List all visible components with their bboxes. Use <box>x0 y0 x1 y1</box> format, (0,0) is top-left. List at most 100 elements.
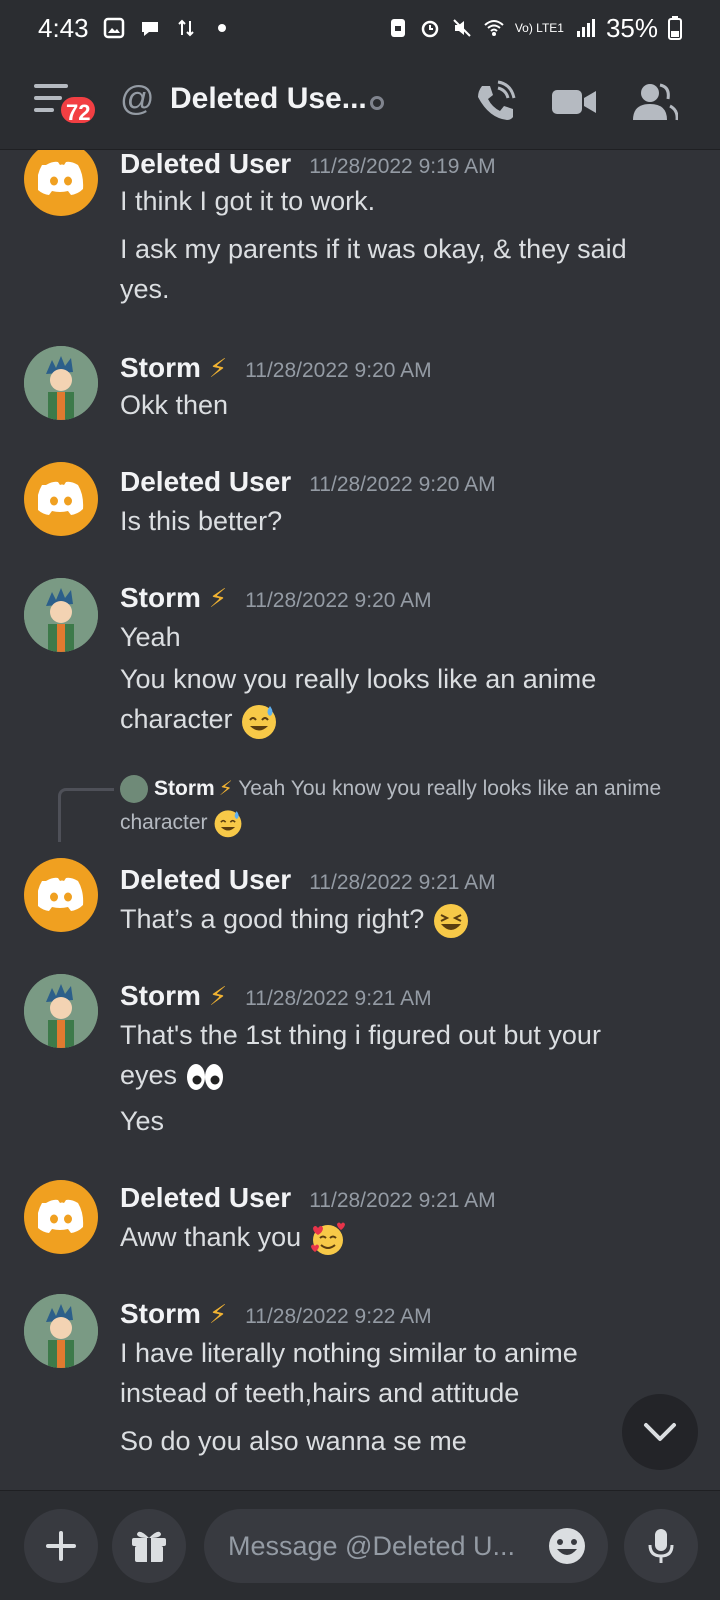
message-text: Aww thank you <box>120 1216 680 1258</box>
lightning-icon: ⚡ <box>208 583 228 613</box>
timestamp: 11/28/2022 9:19 AM <box>309 155 496 178</box>
timestamp: 11/28/2022 9:20 AM <box>245 359 432 382</box>
anime-avatar-icon <box>24 578 98 652</box>
author-name[interactable]: Deleted User <box>120 864 291 896</box>
gift-icon <box>132 1531 166 1562</box>
voice-message-button[interactable] <box>624 1509 698 1583</box>
message-text-part: Aww thank you <box>120 1222 302 1252</box>
message-text: You know you really looks like an anime <box>120 664 597 694</box>
message-input-box[interactable] <box>204 1509 608 1583</box>
menu-button[interactable]: 72 <box>34 82 99 132</box>
message-input[interactable] <box>228 1530 538 1562</box>
message-text: That's the 1st thing i figured out but y… <box>120 1020 601 1050</box>
reply-author: Storm <box>154 777 215 800</box>
channel-title[interactable]: Deleted Use... <box>170 82 367 116</box>
unread-badge: 72 <box>58 94 99 126</box>
timestamp: 11/28/2022 9:22 AM <box>245 1305 432 1328</box>
message-list[interactable]: Deleted User 11/28/2022 9:19 AM I think … <box>0 150 720 1490</box>
video-call-icon[interactable] <box>550 78 598 126</box>
channel-header: 72 @ Deleted Use... <box>0 56 720 150</box>
battery-percent: 35% <box>605 12 658 43</box>
add-attachment-button[interactable] <box>24 1509 98 1583</box>
battery-icon <box>668 16 682 40</box>
lightning-icon: ⚡ <box>208 353 228 383</box>
lightning-icon: ⚡ <box>208 981 228 1011</box>
message-text: yes. <box>120 274 170 304</box>
message-text: That’s a good thing right? <box>120 898 680 940</box>
message-text: I ask my parents if it was okay, & they … <box>120 234 627 264</box>
message-text: Yes <box>120 1106 165 1136</box>
reply-text-cont: character <box>120 811 208 834</box>
avatar[interactable] <box>24 462 98 536</box>
laughing-emoji-icon <box>433 903 468 938</box>
avatar[interactable] <box>24 578 98 652</box>
chevron-down-icon <box>644 1423 676 1441</box>
data-transfer-icon <box>177 19 194 37</box>
avatar[interactable] <box>24 858 98 932</box>
emoji-picker-icon[interactable] <box>546 1525 588 1567</box>
clock: 4:43 <box>38 12 89 43</box>
message-text-part: character <box>120 704 233 734</box>
author-name[interactable]: Deleted User <box>120 1182 291 1214</box>
timestamp: 11/28/2022 9:21 AM <box>309 871 496 894</box>
avatar[interactable] <box>24 346 98 420</box>
avatar[interactable] <box>24 974 98 1048</box>
message-text: instead of teeth,hairs and attitude <box>120 1378 520 1408</box>
author-name[interactable]: Storm <box>120 352 201 384</box>
microphone-icon <box>648 1529 674 1563</box>
anime-avatar-icon <box>24 1294 98 1368</box>
voice-call-icon[interactable] <box>470 78 518 126</box>
chat-bubble-icon <box>141 22 158 36</box>
message-header: Deleted User 11/28/2022 9:21 AM <box>120 1182 496 1214</box>
eyes-emoji-icon <box>186 1063 223 1090</box>
jump-to-present-button[interactable] <box>622 1394 698 1470</box>
message-composer <box>0 1490 720 1600</box>
signal-icon <box>576 19 595 37</box>
message-text: Yeah <box>120 622 181 652</box>
author-name[interactable]: Storm <box>120 582 201 614</box>
notification-dot-icon <box>217 24 226 32</box>
reply-connector <box>58 788 114 842</box>
discord-logo-icon <box>38 877 84 911</box>
author-name[interactable]: Deleted User <box>120 466 291 498</box>
reply-preview[interactable]: Storm ⚡ Yeah You know you really looks li… <box>120 772 680 840</box>
message-text: I have literally nothing similar to anim… <box>120 1338 578 1368</box>
timestamp: 11/28/2022 9:21 AM <box>245 987 432 1010</box>
plus-icon <box>46 1531 76 1561</box>
message-header: Storm ⚡ 11/28/2022 9:20 AM <box>120 582 432 614</box>
avatar[interactable] <box>24 1294 98 1368</box>
avatar[interactable] <box>24 1180 98 1254</box>
reply-text: Yeah You know you really looks like an a… <box>238 777 662 800</box>
gift-button[interactable] <box>112 1509 186 1583</box>
status-bar: 4:43 Vo) LTE1 35% <box>0 0 720 56</box>
avatar[interactable] <box>24 150 98 216</box>
message-text: I think I got it to work. <box>120 186 376 216</box>
lightning-icon: ⚡ <box>208 1299 228 1329</box>
network-label: Vo) LTE1 <box>514 21 564 35</box>
message-header: Storm ⚡ 11/28/2022 9:20 AM <box>120 352 432 384</box>
message-text: eyes <box>120 1054 680 1096</box>
discord-logo-icon <box>38 481 84 515</box>
author-name[interactable]: Storm <box>120 1298 201 1330</box>
message-text-part: eyes <box>120 1060 178 1090</box>
timestamp: 11/28/2022 9:21 AM <box>309 1189 496 1212</box>
alarm-icon <box>421 20 439 38</box>
message-header: Deleted User 11/28/2022 9:19 AM <box>120 150 496 180</box>
author-name[interactable]: Deleted User <box>120 150 291 180</box>
message-text-part: That’s a good thing right? <box>120 904 425 934</box>
message-text: Okk then <box>120 390 229 420</box>
members-icon[interactable] <box>630 78 678 126</box>
discord-logo-icon <box>38 1199 84 1233</box>
message-text: So do you also wanna se me <box>120 1426 467 1456</box>
message-text: character <box>120 698 680 740</box>
lightning-icon: ⚡ <box>218 778 233 800</box>
message-header: Deleted User 11/28/2022 9:20 AM <box>120 466 496 498</box>
lock-screen-icon <box>390 19 405 37</box>
discord-logo-icon <box>38 161 84 195</box>
author-name[interactable]: Storm <box>120 980 201 1012</box>
at-icon: @ <box>120 80 155 118</box>
wifi-icon <box>484 20 504 36</box>
anime-avatar-icon <box>24 974 98 1048</box>
reply-avatar <box>120 775 148 804</box>
mute-icon <box>453 19 471 37</box>
